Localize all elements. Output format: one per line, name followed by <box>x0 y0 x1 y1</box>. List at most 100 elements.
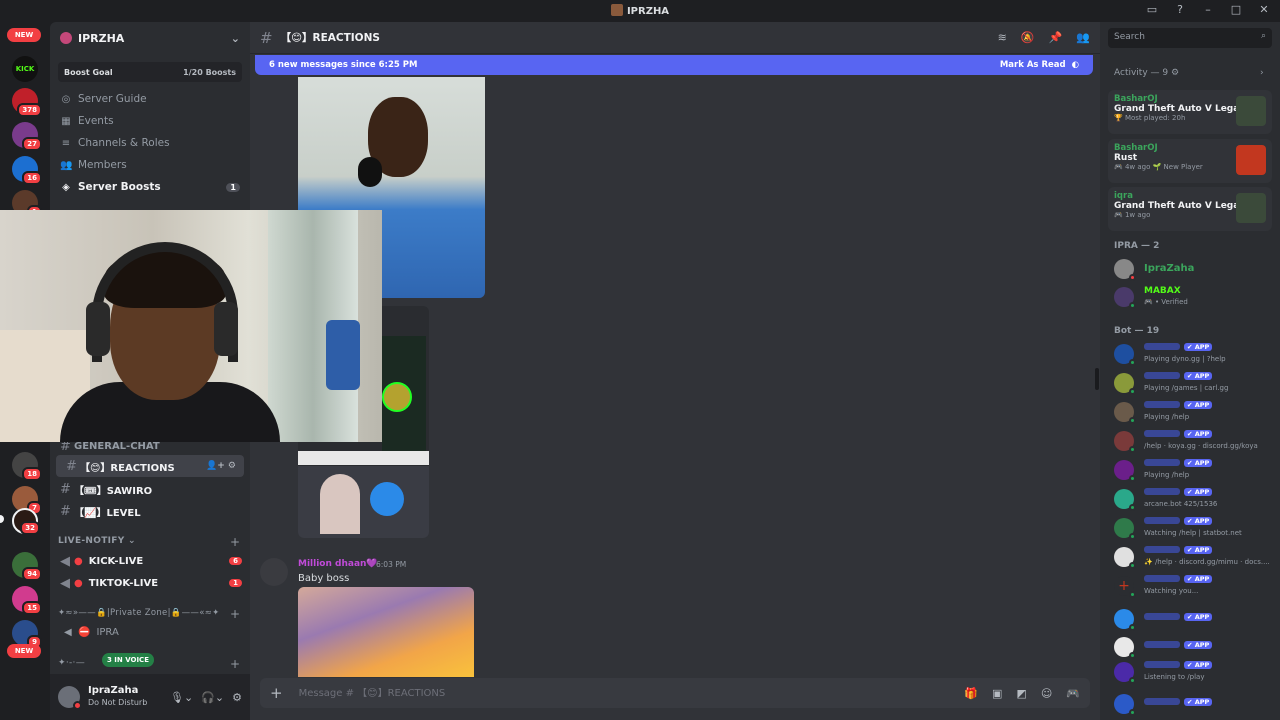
help-icon[interactable]: ? <box>1172 3 1188 16</box>
voice-channel-ipra[interactable]: ◀ ⛔ IPRA <box>56 621 244 643</box>
compass-icon: ◎ <box>61 93 71 105</box>
avatar <box>1114 431 1136 453</box>
category-live-notify[interactable]: LIVE-NOTIFY ⌄ + <box>58 535 240 549</box>
minimize-icon[interactable]: – <box>1200 3 1216 16</box>
pin-icon[interactable]: 📌 <box>1049 31 1063 44</box>
emoji-icon[interactable]: ☺ <box>1041 687 1052 700</box>
window-title-text: IPRZHA <box>626 6 670 17</box>
bot-item[interactable]: ✔ APP <box>1114 692 1274 718</box>
server-icon[interactable]: 18 <box>12 452 42 481</box>
add-channel-icon[interactable]: + <box>230 535 240 549</box>
game-art <box>1236 145 1266 175</box>
inbox-icon[interactable]: ▭ <box>1144 3 1160 16</box>
server-icon[interactable]: 94 <box>12 552 42 581</box>
channel-settings-icon[interactable]: 👤+ ⚙ <box>206 461 236 471</box>
bot-item[interactable]: + ✔ APP Watching you... <box>1114 574 1274 600</box>
microphone-icon[interactable]: 🎙⌄ <box>170 691 193 704</box>
bot-item[interactable]: ✔ APP Playing /help <box>1114 400 1274 426</box>
activity-header[interactable]: Activity — 9 ⚙ › <box>1114 68 1264 78</box>
in-voice-pill[interactable]: 3 IN VOICE <box>102 653 154 667</box>
close-icon[interactable]: ✕ <box>1256 3 1272 16</box>
mark-as-read-button[interactable]: Mark As Read <box>1000 60 1066 70</box>
boost-goal[interactable]: Boost Goal 1/20 Boosts <box>58 62 242 82</box>
mute-bell-icon[interactable]: 🔕 <box>1021 31 1035 44</box>
activity-header-label: Activity — 9 <box>1114 68 1169 78</box>
nav-events[interactable]: ▦ Events <box>50 110 250 132</box>
server-icon[interactable]: 9 <box>12 620 42 649</box>
channel-kick-live[interactable]: ◀ ● KICK-LIVE 6 <box>50 550 250 572</box>
server-icon[interactable]: 16 <box>12 156 42 185</box>
bot-item[interactable]: ✔ APP/help · koya.gg · discord.gg/koya <box>1114 429 1274 455</box>
kick-server[interactable]: KICK <box>12 56 38 82</box>
threads-icon[interactable]: ≋ <box>998 31 1007 44</box>
bot-item[interactable]: ✔ APP <box>1114 607 1274 633</box>
new-messages-bar[interactable]: 6 new messages since 6:25 PM Mark As Rea… <box>255 55 1093 75</box>
scrollbar[interactable] <box>1095 368 1099 390</box>
new-badge[interactable]: NEW <box>7 28 41 42</box>
maximize-icon[interactable]: □ <box>1228 3 1244 16</box>
bot-item[interactable]: ✔ APP Listening to /play <box>1114 660 1274 686</box>
status-dot <box>1129 359 1136 366</box>
activity-card[interactable]: BasharOJ Rust 🎮 4w ago 🌱 New Player <box>1108 139 1272 183</box>
channel-level[interactable]: # 【📈】LEVEL <box>50 500 250 522</box>
status-dot <box>1129 504 1136 511</box>
channel-reactions[interactable]: # 【😊】REACTIONS 👤+ ⚙ <box>56 455 244 477</box>
bot-item[interactable]: ✔ APP Playing dyno.gg | ?help <box>1114 342 1274 368</box>
bot-item[interactable]: ✔ APP Playing /games | carl.gg <box>1114 371 1274 397</box>
hash-icon: # <box>66 458 77 474</box>
add-channel-icon[interactable]: + <box>230 607 240 621</box>
bot-item[interactable]: ✔ APP arcane.bot 425/1536 <box>1114 487 1274 513</box>
webcam-content <box>214 302 238 356</box>
message-author[interactable]: Million dhaan💜 <box>298 559 378 569</box>
bot-status: Listening to /play <box>1144 673 1205 681</box>
member-item[interactable]: IpraZaha <box>1114 257 1274 283</box>
avatar <box>1114 637 1136 659</box>
nav-server-boosts[interactable]: ◈ Server Boosts 1 <box>50 176 250 198</box>
avatar <box>1114 489 1136 511</box>
image-attachment[interactable] <box>298 587 474 677</box>
bot-item[interactable]: ✔ APP Playing /help <box>1114 458 1274 484</box>
gift-icon[interactable]: 🎁 <box>964 687 978 700</box>
avatar[interactable] <box>58 686 82 710</box>
new-badge[interactable]: NEW <box>7 644 41 658</box>
app-badge: ✔ APP <box>1184 698 1213 706</box>
headphones-icon[interactable]: 🎧⌄ <box>201 691 224 704</box>
bot-item[interactable]: ✔ APP <box>1114 635 1274 661</box>
channel-sawiro[interactable]: # 【🎟】SAWIRO <box>50 478 250 500</box>
avatar <box>1114 287 1136 309</box>
activities-icon[interactable]: 🎮 <box>1066 687 1080 700</box>
status-dot <box>1129 591 1136 598</box>
activity-card[interactable]: iqra Grand Theft Auto V Legacy 🎮 1w ago <box>1108 187 1272 231</box>
message-text: Baby boss <box>298 573 350 584</box>
server-header[interactable]: IPRZHA ⌄ <box>50 22 250 54</box>
bot-item[interactable]: ✔ APP ✨ /help · discord.gg/mimu · docs...… <box>1114 545 1274 571</box>
member-list-icon[interactable]: 👥 <box>1076 31 1090 44</box>
avatar[interactable] <box>260 558 288 586</box>
app-badge: ✔ APP <box>1184 430 1213 438</box>
settings-gear-icon[interactable]: ⚙ <box>232 691 242 704</box>
channel-tiktok-live[interactable]: ◀ ● TIKTOK-LIVE 1 <box>50 572 250 594</box>
activity-card[interactable]: BasharOJ Grand Theft Auto V Legacy 🏆 Mos… <box>1108 90 1272 134</box>
message-input[interactable] <box>298 687 965 699</box>
sticker-icon[interactable]: ◩ <box>1016 687 1026 700</box>
nav-members[interactable]: 👥 Members <box>50 154 250 176</box>
nav-channels-roles[interactable]: ≡ Channels & Roles <box>50 132 250 154</box>
server-icon[interactable]: 378 <box>12 88 42 117</box>
server-icon[interactable]: 32 <box>12 508 40 535</box>
username: IpraZaha <box>88 685 139 696</box>
gear-icon[interactable]: ⚙ <box>1171 68 1179 78</box>
server-icon[interactable]: 27 <box>12 122 42 151</box>
image-content <box>358 157 382 187</box>
bot-name <box>1144 401 1180 408</box>
speaker-icon: ◀ <box>60 553 70 569</box>
add-attachment-icon[interactable]: + <box>270 684 283 702</box>
member-item[interactable]: MABAX 🎮 • Verified <box>1114 285 1274 311</box>
bot-item[interactable]: ✔ APP Watching /help | statbot.net <box>1114 516 1274 542</box>
gif-icon[interactable]: ▣ <box>992 687 1002 700</box>
server-icon[interactable]: 15 <box>12 586 42 615</box>
category-private-zone[interactable]: ✦≈»——🔒|Private Zone|🔒——«≈✦ + <box>58 607 240 621</box>
mention-badge: 6 <box>229 557 242 565</box>
add-channel-icon[interactable]: + <box>230 657 240 671</box>
search-input[interactable]: Search ⌕ <box>1108 28 1272 48</box>
nav-server-guide[interactable]: ◎ Server Guide <box>50 88 250 110</box>
